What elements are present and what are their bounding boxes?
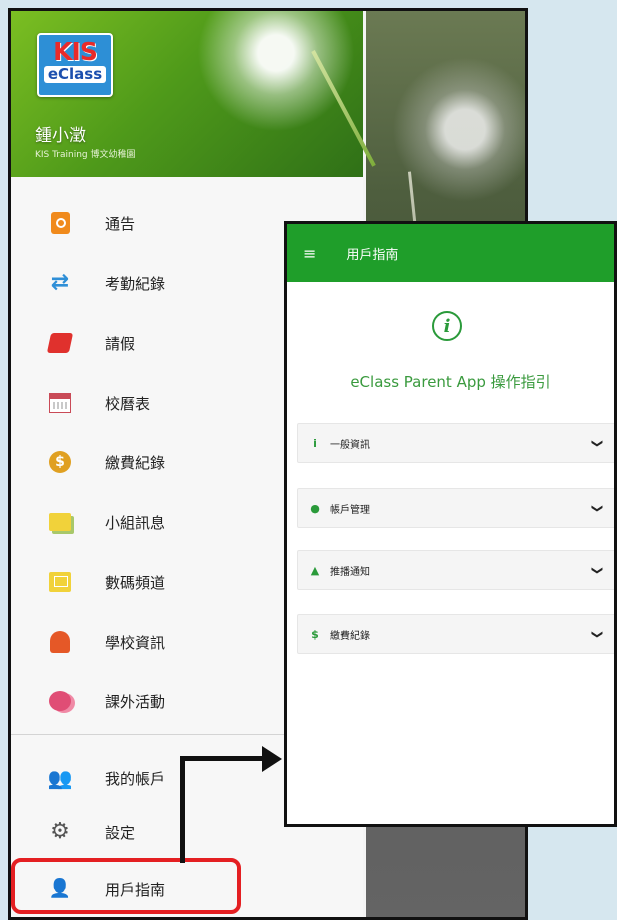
school-name: KIS Training 博文幼稚園 [35, 150, 136, 160]
accordion-label: 繳費紀錄 [330, 630, 370, 642]
menu-item-label: 我的帳戶 [105, 769, 166, 788]
chevron-down-icon: ❯ [590, 565, 604, 575]
info-small-icon: i [313, 436, 317, 450]
account-circle-icon: ● [310, 501, 320, 515]
accordion-push-notification[interactable]: ▲ 推播通知 ❯ [297, 550, 614, 590]
settings-gear-icon: ⚙ [50, 819, 70, 844]
guide-app-bar: ≡ 用戶指南 [287, 224, 614, 282]
attendance-arrows-icon: ⇄ [50, 270, 70, 295]
leave-icon [46, 331, 74, 355]
calendar-icon [48, 391, 72, 415]
school-info-icon [48, 630, 72, 654]
accordion-payment-record[interactable]: $ 繳費紀錄 ❯ [297, 614, 614, 654]
menu-item-label: 校曆表 [105, 394, 151, 413]
menu-item-label: 請假 [105, 334, 136, 353]
menu-item-label: 考勤紀錄 [105, 274, 166, 293]
accordion-label: 帳戶管理 [330, 504, 370, 516]
drawer-header: KIS eClass 鍾小澂 KIS Training 博文幼稚園 [11, 11, 376, 177]
accordion-label: 一般資訊 [330, 439, 370, 451]
accordion-account-management[interactable]: ● 帳戶管理 ❯ [297, 488, 614, 528]
bell-icon: ▲ [310, 563, 320, 577]
chevron-down-icon: ❯ [590, 503, 604, 513]
user-name: 鍾小澂 [35, 126, 86, 146]
guide-title: eClass Parent App 操作指引 [350, 373, 551, 391]
menu-item-label: 設定 [105, 823, 136, 842]
accordion-label: 推播通知 [330, 566, 370, 578]
notice-icon [48, 211, 72, 235]
chevron-down-icon: ❯ [590, 629, 604, 639]
menu-item-label: 學校資訊 [105, 633, 166, 652]
chevron-down-icon: ❯ [590, 438, 604, 448]
menu-item-label: 課外活動 [105, 692, 166, 711]
connector-arrow-horizontal [180, 756, 267, 761]
user-guide-screen: ≡ 用戶指南 i eClass Parent App 操作指引 i 一般資訊 ❯… [284, 221, 617, 827]
digital-channel-icon [48, 570, 72, 594]
menu-item-label: 數碼頻道 [105, 573, 166, 592]
info-icon: i [432, 311, 462, 341]
extra-activity-icon [48, 689, 72, 713]
hamburger-menu-icon[interactable]: ≡ [303, 244, 316, 263]
menu-item-label: 小組訊息 [105, 513, 166, 532]
arrow-head-icon [262, 746, 282, 772]
kis-eclass-logo: KIS eClass [37, 33, 113, 97]
group-message-icon [48, 510, 72, 534]
accordion-general-info[interactable]: i 一般資訊 ❯ [297, 423, 614, 463]
menu-item-label: 繳費紀錄 [105, 453, 166, 472]
account-icon: 👥 [47, 766, 73, 790]
payment-icon: $ [48, 450, 72, 474]
guide-bar-title: 用戶指南 [346, 247, 399, 263]
user-guide-highlight [11, 858, 241, 914]
connector-arrow-vertical [180, 756, 185, 863]
menu-item-label: 通告 [105, 214, 136, 233]
dollar-icon: $ [311, 627, 319, 641]
